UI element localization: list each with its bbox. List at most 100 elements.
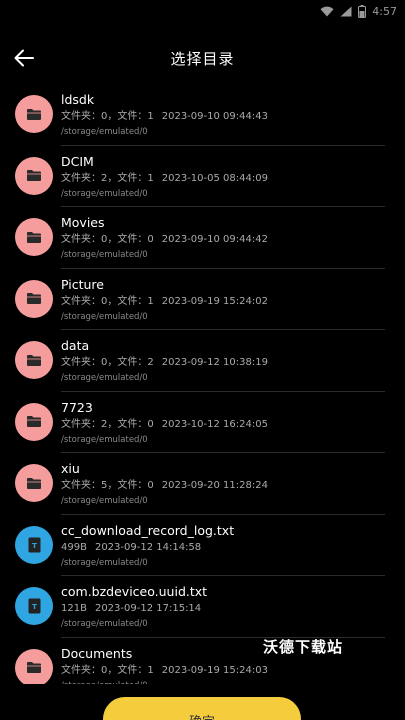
item-path: /storage/emulated/0 bbox=[61, 557, 148, 568]
item-texts: Picture 文件夹：0，文件：1 2023-09-19 15:24:02 /s… bbox=[61, 276, 385, 323]
item-meta: 文件夹：2，文件：1 2023-10-05 08:44:09 bbox=[61, 171, 385, 186]
list-item[interactable]: Movies 文件夹：0，文件：0 2023-09-10 09:44:42 /st… bbox=[0, 207, 405, 269]
item-meta: 文件夹：0，文件：0 2023-09-10 09:44:42 bbox=[61, 232, 385, 247]
item-path: /storage/emulated/0 bbox=[61, 250, 148, 260]
folder-icon bbox=[15, 95, 53, 133]
item-meta: 文件夹：0，文件：2 2023-09-12 10:38:19 bbox=[61, 355, 385, 370]
item-date: 2023-09-19 15:24:02 bbox=[161, 295, 268, 307]
item-meta: 文件夹：2，文件：0 2023-10-12 16:24:05 bbox=[61, 417, 385, 432]
screen: 4:57 选择目录 ldsdk 文件夹：0，文件：1 2023-09-10 09:… bbox=[0, 0, 405, 720]
folder-icon bbox=[15, 156, 53, 195]
item-texts: DCIM 文件夹：2，文件：1 2023-10-05 08:44:09 /stor… bbox=[61, 153, 385, 200]
list-item[interactable]: T com.bzdeviceo.uuid.txt 121B 2023-09-12 … bbox=[0, 576, 405, 638]
folder-glyph-icon bbox=[27, 108, 41, 120]
directory-list[interactable]: ldsdk 文件夹：0，文件：1 2023-09-10 09:44:43 /sto… bbox=[0, 84, 405, 684]
item-meta: 文件夹：0，文件：1 2023-09-19 15:24:03 bbox=[61, 663, 385, 678]
item-date: 2023-09-20 11:28:24 bbox=[161, 480, 268, 491]
folder-glyph-icon bbox=[27, 416, 41, 427]
page-title: 选择目录 bbox=[170, 49, 235, 68]
item-count: 499B bbox=[61, 541, 87, 553]
item-count: 文件夹：2，文件：0 bbox=[61, 418, 154, 430]
folder-icon bbox=[15, 402, 53, 441]
item-count: 文件夹：0，文件：1 bbox=[61, 664, 154, 676]
item-name: DCIM bbox=[61, 153, 94, 169]
item-path: /storage/emulated/0 bbox=[61, 619, 148, 629]
list-item[interactable]: T cc_download_record_log.txt 499B 2023-09… bbox=[0, 515, 405, 576]
folder-icon bbox=[15, 279, 53, 318]
item-name: Picture bbox=[61, 276, 104, 292]
item-path: /storage/emulated/0 bbox=[61, 496, 148, 506]
item-path: /storage/emulated/0 bbox=[61, 188, 148, 199]
folder-glyph-icon bbox=[27, 662, 41, 673]
folder-glyph-icon bbox=[27, 231, 41, 243]
item-path: /storage/emulated/0 bbox=[61, 373, 148, 383]
item-count: 文件夹：0，文件：2 bbox=[61, 357, 154, 368]
folder-icon bbox=[15, 648, 53, 684]
item-date: 2023-09-19 15:24:03 bbox=[161, 664, 268, 676]
wifi-icon bbox=[320, 6, 334, 16]
item-date: 2023-10-12 16:24:05 bbox=[161, 418, 268, 430]
folder-glyph-icon bbox=[27, 170, 41, 181]
folder-glyph-icon bbox=[27, 354, 41, 366]
file-glyph-icon: T bbox=[28, 537, 40, 552]
list-item[interactable]: DCIM 文件夹：2，文件：1 2023-10-05 08:44:09 /stor… bbox=[0, 146, 405, 207]
item-meta: 文件夹：0，文件：1 2023-09-10 09:44:43 bbox=[61, 109, 385, 124]
folder-glyph-icon bbox=[27, 477, 41, 489]
item-count: 文件夹：0，文件：1 bbox=[61, 295, 154, 307]
item-count: 文件夹：0，文件：0 bbox=[61, 234, 154, 245]
item-path: /storage/emulated/0 bbox=[61, 127, 148, 137]
item-count: 文件夹：5，文件：0 bbox=[61, 480, 154, 491]
top-bar: 选择目录 bbox=[0, 40, 405, 76]
folder-glyph-icon bbox=[27, 293, 41, 304]
item-name: Movies bbox=[61, 215, 105, 230]
item-path: /storage/emulated/0 bbox=[61, 311, 148, 322]
svg-text:T: T bbox=[32, 603, 37, 611]
confirm-button[interactable]: 确定 bbox=[103, 697, 301, 720]
list-item[interactable]: Documents 文件夹：0，文件：1 2023-09-19 15:24:03 … bbox=[0, 638, 405, 685]
item-date: 2023-09-10 09:44:43 bbox=[161, 111, 268, 122]
item-name: xiu bbox=[61, 461, 80, 476]
item-count: 文件夹：2，文件：1 bbox=[61, 172, 154, 184]
item-name: 7723 bbox=[61, 399, 93, 415]
item-date: 2023-09-10 09:44:42 bbox=[161, 234, 268, 245]
item-count: 121B bbox=[61, 603, 87, 614]
item-texts: cc_download_record_log.txt 499B 2023-09-1… bbox=[61, 522, 385, 569]
item-texts: data 文件夹：0，文件：2 2023-09-12 10:38:19 /stor… bbox=[61, 337, 385, 384]
item-count: 文件夹：0，文件：1 bbox=[61, 111, 154, 122]
text-file-icon: T bbox=[15, 525, 53, 564]
svg-text:T: T bbox=[32, 542, 37, 550]
item-texts: Movies 文件夹：0，文件：0 2023-09-10 09:44:42 /st… bbox=[61, 214, 385, 261]
item-meta: 文件夹：5，文件：0 2023-09-20 11:28:24 bbox=[61, 478, 385, 493]
item-name: cc_download_record_log.txt bbox=[61, 522, 235, 538]
list-item[interactable]: xiu 文件夹：5，文件：0 2023-09-20 11:28:24 /stora… bbox=[0, 453, 405, 515]
item-date: 2023-09-12 14:14:58 bbox=[94, 541, 202, 553]
list-item[interactable]: ldsdk 文件夹：0，文件：1 2023-09-10 09:44:43 /sto… bbox=[0, 84, 405, 146]
list-item[interactable]: data 文件夹：0，文件：2 2023-09-12 10:38:19 /stor… bbox=[0, 330, 405, 392]
battery-icon bbox=[358, 4, 367, 18]
back-button[interactable] bbox=[10, 44, 38, 72]
item-texts: ldsdk 文件夹：0，文件：1 2023-09-10 09:44:43 /sto… bbox=[61, 91, 385, 138]
folder-icon bbox=[15, 218, 53, 256]
item-meta: 499B 2023-09-12 14:14:58 bbox=[61, 540, 385, 555]
item-date: 2023-09-12 10:38:19 bbox=[161, 357, 268, 368]
item-path: /storage/emulated/0 bbox=[61, 680, 385, 685]
watermark: 沃德下载站 bbox=[263, 638, 344, 656]
item-date: 2023-10-05 08:44:09 bbox=[161, 172, 268, 184]
file-glyph-icon: T bbox=[28, 598, 40, 614]
item-texts: xiu 文件夹：5，文件：0 2023-09-20 11:28:24 /stora… bbox=[61, 460, 385, 507]
item-name: data bbox=[61, 338, 90, 353]
item-meta: 121B 2023-09-12 17:15:14 bbox=[61, 601, 385, 616]
signal-icon bbox=[340, 6, 352, 16]
item-date: 2023-09-12 17:15:14 bbox=[94, 603, 202, 614]
item-texts: 7723 文件夹：2，文件：0 2023-10-12 16:24:05 /stor… bbox=[61, 399, 385, 446]
list-item[interactable]: 7723 文件夹：2，文件：0 2023-10-12 16:24:05 /stor… bbox=[0, 392, 405, 453]
item-name: ldsdk bbox=[61, 92, 95, 107]
list-item[interactable]: Picture 文件夹：0，文件：1 2023-09-19 15:24:02 /s… bbox=[0, 269, 405, 330]
item-path: /storage/emulated/0 bbox=[61, 434, 148, 445]
folder-icon bbox=[15, 341, 53, 379]
folder-icon bbox=[15, 464, 53, 502]
text-file-icon: T bbox=[15, 587, 53, 625]
item-meta: 文件夹：0，文件：1 2023-09-19 15:24:02 bbox=[61, 294, 385, 309]
item-texts: com.bzdeviceo.uuid.txt 121B 2023-09-12 17… bbox=[61, 583, 385, 630]
item-name: com.bzdeviceo.uuid.txt bbox=[61, 584, 208, 599]
